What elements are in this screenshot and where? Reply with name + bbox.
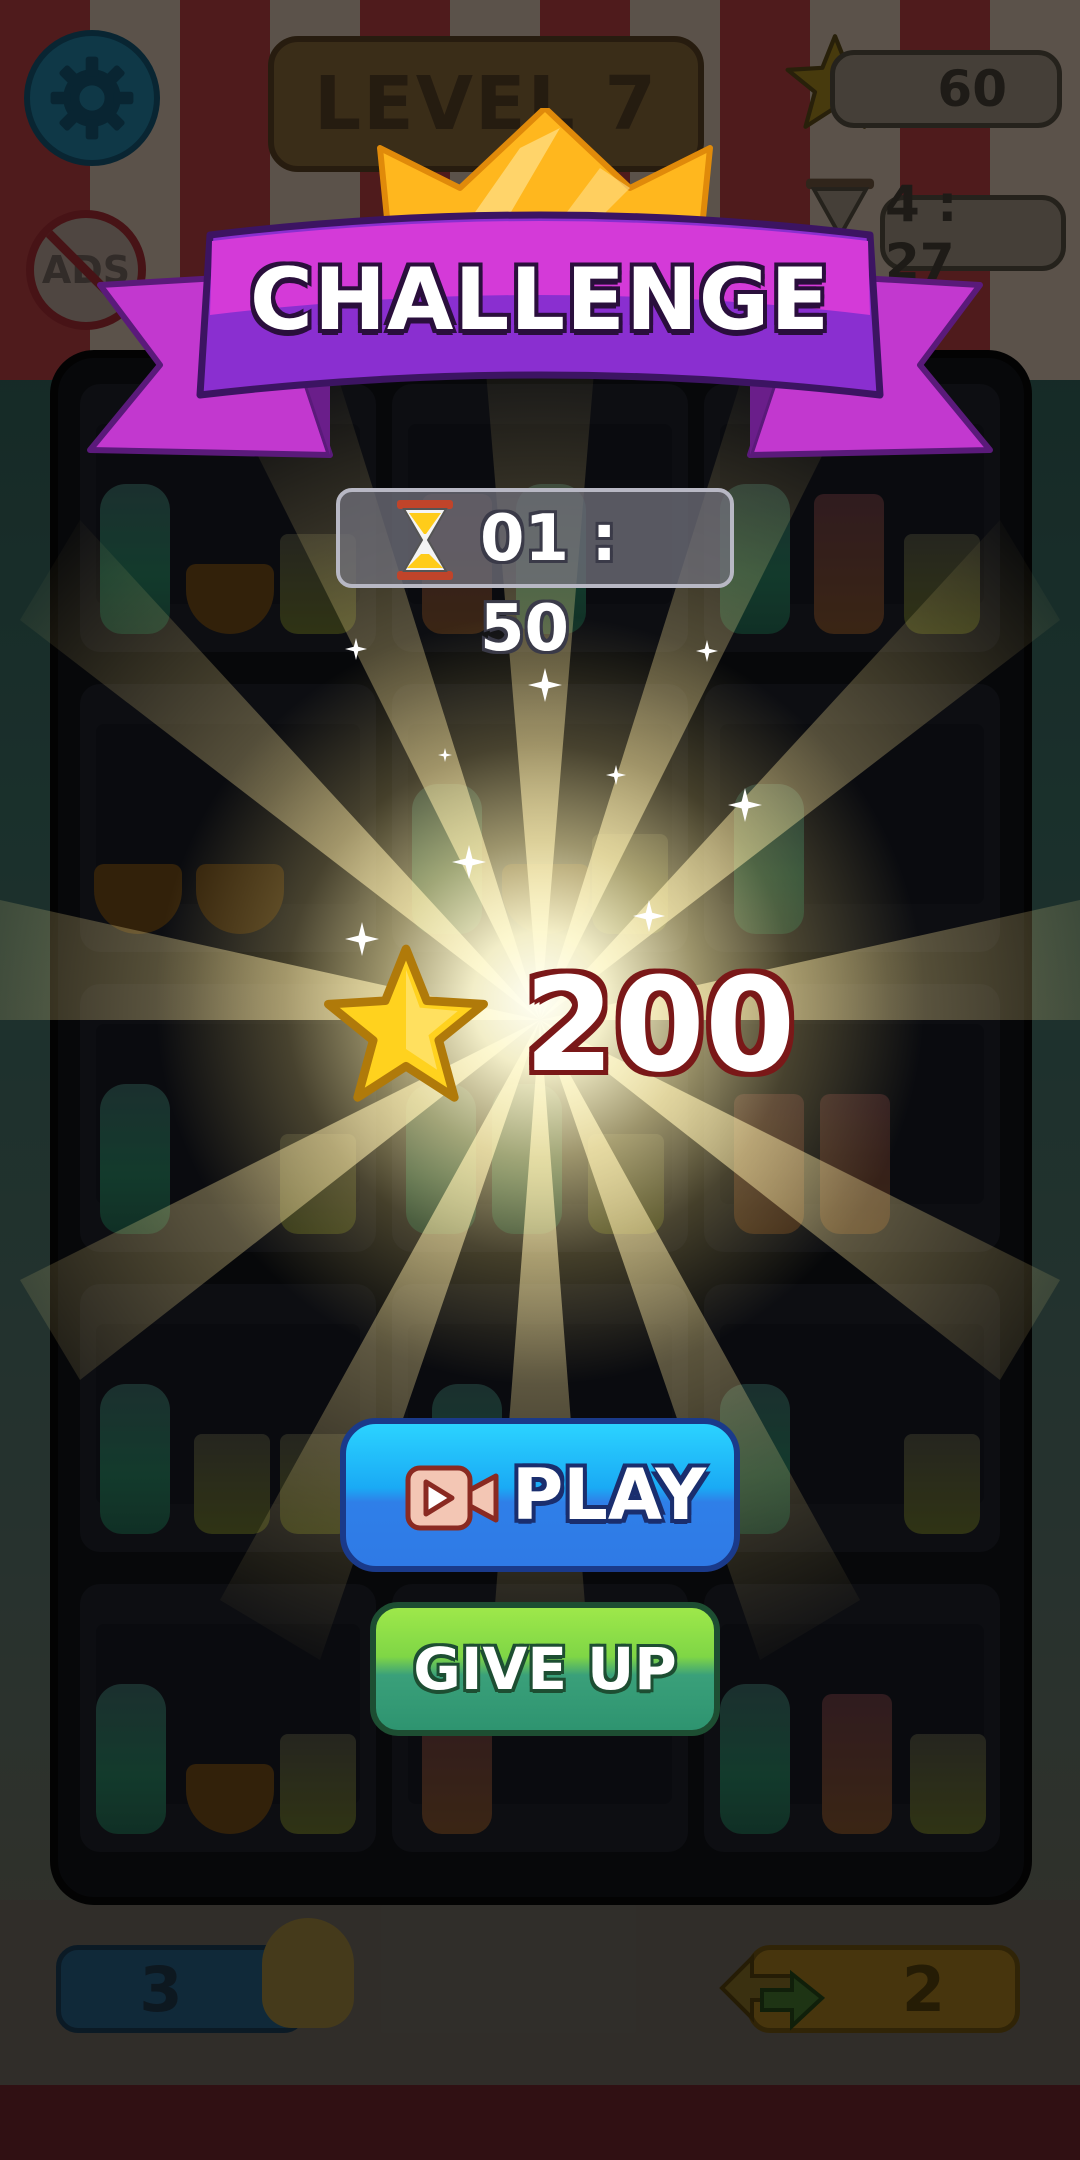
sparkle-icon [728, 788, 762, 822]
challenge-timer: 01 : 50 [480, 502, 617, 666]
sparkle-icon [345, 638, 367, 660]
hourglass-icon [397, 500, 453, 580]
video-icon [405, 1465, 499, 1531]
sparkle-icon [633, 900, 665, 932]
popup-title: CHALLENGE [249, 250, 831, 350]
sparkle-icon [452, 845, 486, 879]
give-up-button[interactable]: GIVE UP [370, 1602, 720, 1736]
reward-amount: 200 [524, 949, 796, 1101]
star-icon [324, 944, 488, 1102]
play-label: PLAY [512, 1454, 707, 1536]
sparkle-icon [438, 748, 452, 762]
sparkle-icon [606, 765, 626, 785]
sparkle-icon [696, 640, 718, 662]
give-up-label: GIVE UP [413, 1635, 677, 1703]
